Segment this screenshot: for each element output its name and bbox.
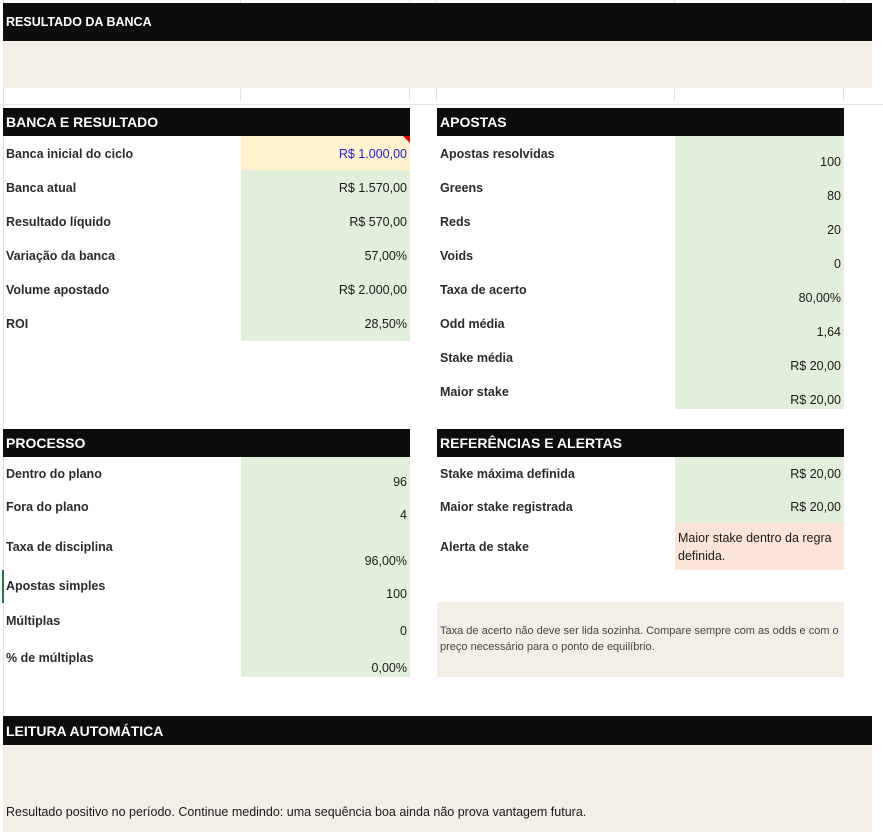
section-title: BANCA E RESULTADO [6, 114, 159, 130]
processo-value: 96 [393, 475, 407, 489]
apostas-label: Apostas resolvidas [440, 147, 555, 161]
banca-value: R$ 570,00 [349, 215, 407, 229]
apostas-value: 20 [827, 223, 841, 237]
banca-label: Volume apostado [6, 283, 110, 297]
banca-value: 57,00% [364, 249, 407, 263]
apostas-value: 80 [827, 189, 841, 203]
section-title: APOSTAS [440, 114, 507, 130]
apostas-value: R$ 20,00 [790, 393, 841, 407]
processo-label: Dentro do plano [6, 467, 102, 481]
banca-value[interactable]: R$ 1.000,00 [241, 147, 407, 161]
page-title: RESULTADO DA BANCA [3, 3, 872, 41]
referencias-value: R$ 20,00 [790, 467, 841, 481]
apostas-label: Stake média [440, 351, 513, 365]
comment-marker-icon [403, 136, 410, 143]
active-cell-marker [2, 570, 4, 603]
processo-label: Múltiplas [6, 614, 61, 628]
processo-label: Taxa de disciplina [6, 540, 113, 554]
banca-value: 28,50% [364, 317, 407, 331]
processo-value: 96,00% [364, 554, 407, 568]
section-header-banca: BANCA E RESULTADO [3, 108, 410, 136]
processo-label: % de múltiplas [6, 651, 94, 665]
apostas-value: 100 [820, 155, 841, 169]
processo-label: Fora do plano [6, 500, 89, 514]
processo-label: Apostas simples [6, 579, 106, 593]
apostas-label: Greens [440, 181, 484, 195]
referencias-label: Alerta de stake [440, 540, 529, 554]
banca-label: Variação da banca [6, 249, 116, 263]
banca-value: R$ 1.570,00 [338, 181, 407, 195]
apostas-label: Reds [440, 215, 471, 229]
section-title: PROCESSO [6, 435, 86, 451]
apostas-label: Odd média [440, 317, 505, 331]
page-title-text: RESULTADO DA BANCA [6, 15, 152, 29]
banca-label: Resultado líquido [6, 215, 111, 229]
referencias-label: Maior stake registrada [440, 500, 573, 514]
referencias-note: Taxa de acerto não deve ser lida sozinha… [440, 625, 839, 653]
banca-label: Banca atual [6, 181, 77, 195]
apostas-value: 0 [834, 257, 841, 271]
apostas-value: R$ 20,00 [790, 359, 841, 373]
apostas-value: 80,00% [798, 291, 841, 305]
section-header-processo: PROCESSO [3, 429, 410, 457]
gridline [0, 104, 883, 105]
referencias-value: R$ 20,00 [790, 500, 841, 514]
section-header-leitura: LEITURA AUTOMÁTICA [3, 716, 872, 745]
leitura-text: Resultado positivo no período. Continue … [6, 805, 587, 819]
processo-value: 100 [386, 587, 407, 601]
processo-value: 4 [400, 508, 407, 522]
banca-value: R$ 2.000,00 [338, 283, 407, 297]
banca-label: Banca inicial do ciclo [6, 147, 134, 161]
processo-value: 0 [400, 624, 407, 638]
apostas-value: 1,64 [816, 325, 841, 339]
referencias-label: Stake máxima definida [440, 467, 575, 481]
processo-value: 0,00% [371, 661, 407, 675]
apostas-label: Voids [440, 249, 474, 263]
section-header-apostas: APOSTAS [437, 108, 844, 136]
section-header-referencias: REFERÊNCIAS E ALERTAS [437, 429, 844, 457]
apostas-label: Taxa de acerto [440, 283, 527, 297]
stake-alert-text: Maior stake dentro da regra definida. [678, 531, 832, 563]
section-title: REFERÊNCIAS E ALERTAS [440, 435, 623, 451]
apostas-label: Maior stake [440, 385, 509, 399]
banca-label: ROI [6, 317, 29, 331]
section-title: LEITURA AUTOMÁTICA [6, 722, 164, 739]
title-band [3, 41, 872, 88]
